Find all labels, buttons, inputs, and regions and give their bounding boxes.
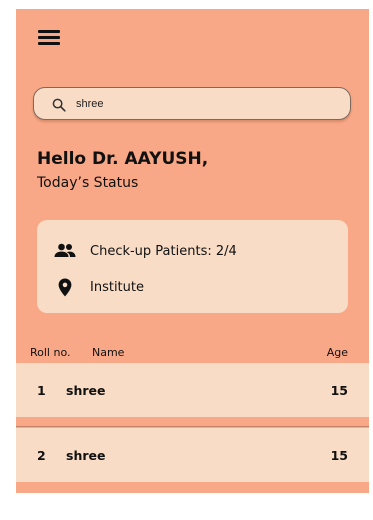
status-subtitle: Today’s Status — [37, 175, 139, 191]
location-row: Institute — [54, 277, 144, 297]
table-row[interactable]: 2 shree 15 — [16, 428, 369, 482]
menu-line — [38, 42, 60, 45]
table-header: Roll no. Name Age — [30, 346, 348, 362]
header-age: Age — [326, 346, 348, 359]
header-name: Name — [92, 346, 125, 359]
hamburger-menu-icon[interactable] — [38, 29, 62, 47]
greeting-title: Hello Dr. AAYUSH, — [37, 149, 209, 169]
people-icon — [54, 241, 76, 261]
row-divider — [16, 426, 369, 427]
cell-age: 15 — [330, 448, 348, 463]
cell-name: shree — [66, 383, 106, 398]
location-label: Institute — [90, 279, 144, 295]
search-bar[interactable] — [33, 87, 351, 120]
cell-roll: 2 — [37, 448, 46, 463]
menu-line — [38, 36, 60, 39]
menu-line — [38, 30, 60, 33]
cell-roll: 1 — [37, 383, 46, 398]
cell-age: 15 — [330, 383, 348, 398]
search-icon — [52, 98, 66, 112]
status-card: Check-up Patients: 2/4 Institute — [37, 220, 348, 313]
table-row[interactable]: 1 shree 15 — [16, 363, 369, 417]
checkup-patients-label: Check-up Patients: 2/4 — [90, 243, 237, 259]
header-roll: Roll no. — [30, 346, 71, 359]
checkup-patients-row: Check-up Patients: 2/4 — [54, 241, 237, 261]
location-pin-icon — [54, 277, 76, 297]
app-screen: Hello Dr. AAYUSH, Today’s Status Check-u… — [16, 9, 369, 493]
cell-name: shree — [66, 448, 106, 463]
search-input[interactable] — [76, 94, 336, 114]
